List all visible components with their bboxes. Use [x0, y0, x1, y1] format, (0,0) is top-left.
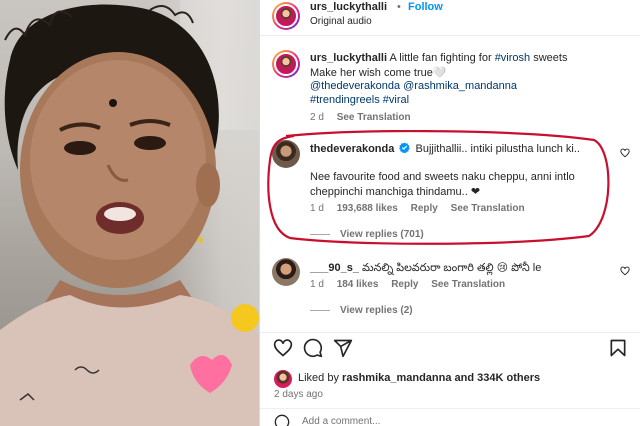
author-username[interactable]: urs_luckythalli: [310, 1, 387, 13]
comment-text: మనల్ని పిలవరురా బంగారి తల్లి 😢 పోనీ le: [362, 262, 542, 274]
comment-text-line1: Bujjithallii.. intiki pilustha lunch ki.…: [415, 143, 580, 155]
comment-reply-button[interactable]: Reply: [411, 203, 438, 214]
liked-by-user[interactable]: rashmika_mandanna: [342, 372, 451, 384]
commenter-username[interactable]: thedeverakonda: [310, 143, 394, 155]
header-separator: •: [397, 1, 401, 13]
add-comment-input[interactable]: Add a comment...: [302, 416, 380, 426]
bookmark-icon[interactable]: [608, 338, 628, 358]
comment-text-line3: cheppinchi manchiga thindamu.. ❤: [310, 186, 481, 198]
emoji-icon[interactable]: [274, 414, 290, 426]
comment-text-line2: Nee favourite food and sweets naku chepp…: [310, 171, 575, 183]
liked-by-text: Liked by rashmika_mandanna and 334K othe…: [298, 372, 540, 384]
comment-see-translation[interactable]: See Translation: [431, 279, 505, 290]
author-avatar[interactable]: [272, 2, 300, 30]
comment-see-translation[interactable]: See Translation: [451, 203, 525, 214]
reel-video[interactable]: [0, 0, 259, 426]
caption-avatar[interactable]: [272, 50, 300, 78]
view-replies-button[interactable]: View replies (2): [310, 305, 423, 316]
comment-like-heart-icon[interactable]: [620, 266, 630, 276]
commenter-avatar[interactable]: [272, 140, 300, 168]
liked-by-suffix[interactable]: and 334K others: [455, 372, 541, 384]
caption-mentions[interactable]: @thedeverakonda @rashmika_mandanna: [310, 80, 517, 92]
view-replies-label: View replies (2): [340, 305, 413, 316]
caption-username[interactable]: urs_luckythalli: [310, 52, 387, 64]
comment-time: 1 d: [310, 279, 324, 290]
commenter-username[interactable]: ___90_s_: [310, 262, 359, 274]
caption-line2: Make her wish come true🤍: [310, 67, 447, 79]
view-replies-button[interactable]: View replies (701): [310, 229, 434, 240]
view-replies-label: View replies (701): [340, 229, 424, 240]
caption-hashtags[interactable]: #trendingreels #viral: [310, 94, 409, 106]
liked-by-avatar[interactable]: [274, 370, 292, 388]
audio-label[interactable]: Original audio: [310, 16, 372, 27]
liked-by-prefix: Liked by: [298, 372, 339, 384]
commenter-avatar[interactable]: [272, 258, 300, 286]
share-icon[interactable]: [333, 338, 353, 358]
post-time: 2 days ago: [274, 389, 323, 400]
caption-text: A little fan fighting for: [389, 52, 492, 64]
caption-hashtag-virosh[interactable]: #virosh: [495, 52, 530, 64]
post-header: urs_luckythalli • Follow Original audio: [260, 0, 640, 36]
comment-like-heart-icon[interactable]: [620, 148, 630, 158]
caption-time: 2 d: [310, 112, 324, 123]
divider: [260, 332, 640, 333]
caption-see-translation[interactable]: See Translation: [337, 112, 411, 123]
comment-icon[interactable]: [303, 338, 323, 358]
comment-time: 1 d: [310, 203, 324, 214]
verified-badge-icon: [399, 142, 411, 154]
follow-button[interactable]: Follow: [408, 1, 443, 13]
caption-text-suffix: sweets: [533, 52, 568, 64]
comment-likes[interactable]: 193,688 likes: [337, 203, 398, 214]
post-details-panel: urs_luckythalli • Follow Original audio …: [259, 0, 640, 426]
heart-icon[interactable]: [273, 338, 293, 358]
child-video-frame: [0, 4, 259, 426]
divider: [260, 408, 640, 409]
comment-reply-button[interactable]: Reply: [391, 279, 418, 290]
comment-likes[interactable]: 184 likes: [337, 279, 379, 290]
